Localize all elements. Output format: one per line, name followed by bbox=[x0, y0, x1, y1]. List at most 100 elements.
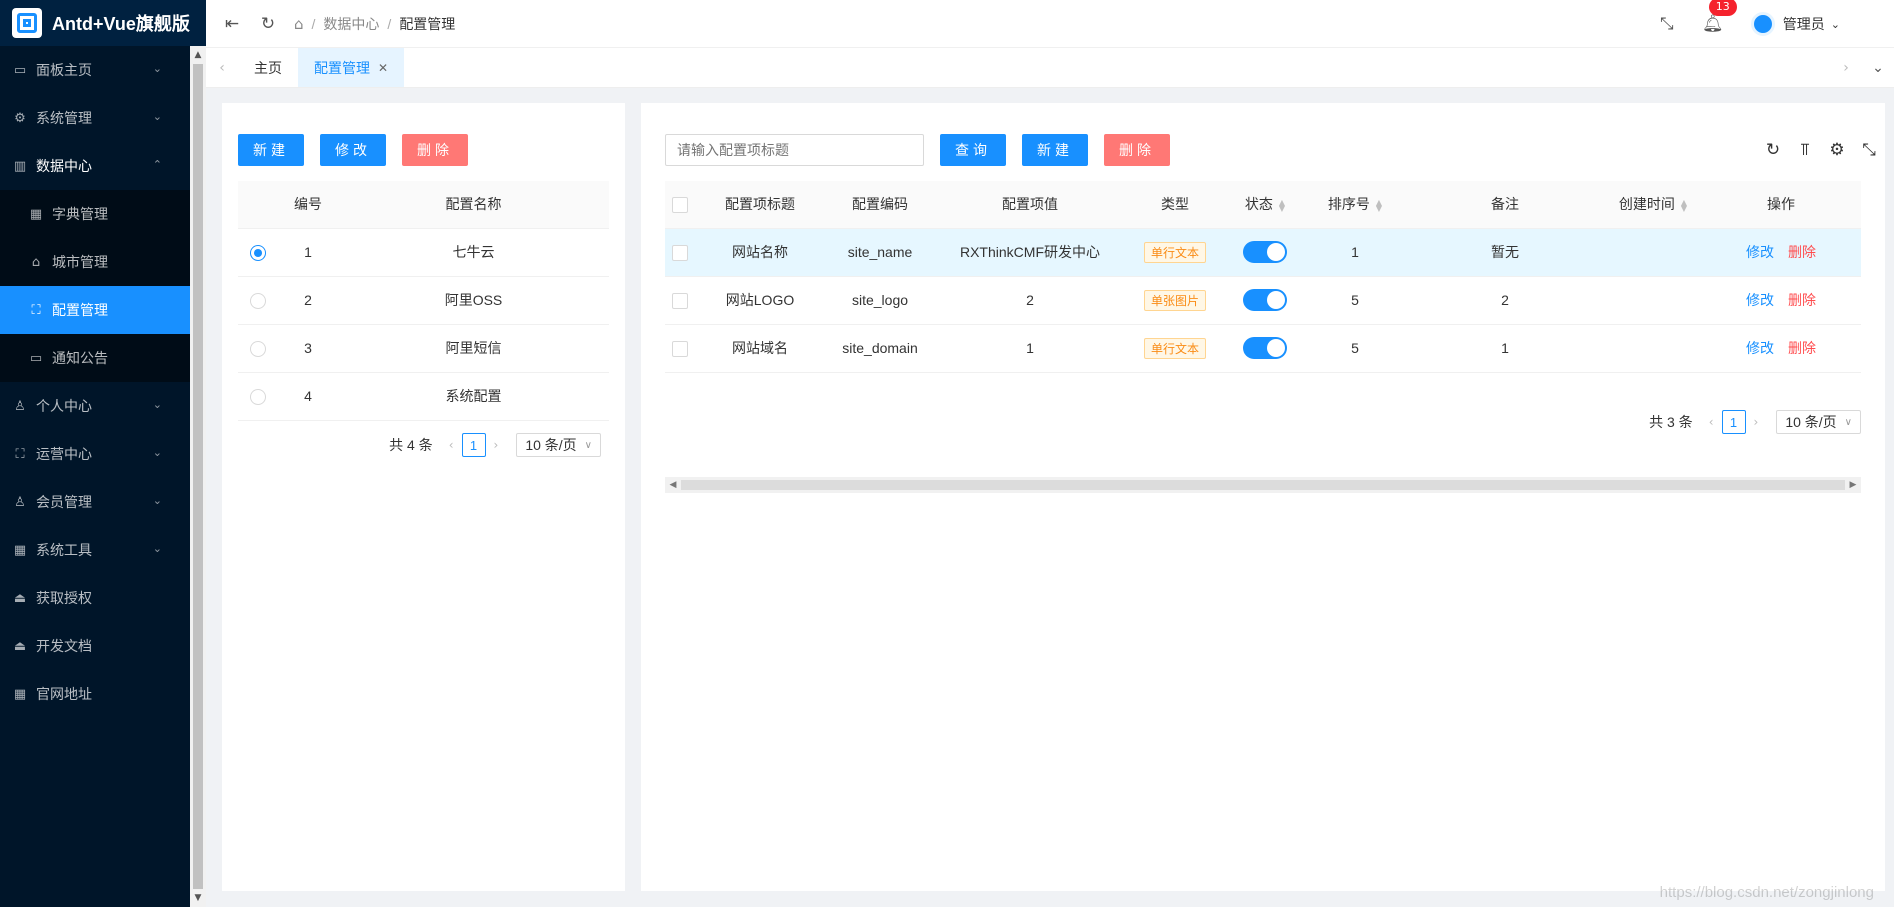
sort-icon[interactable]: ▲ ▼ bbox=[1681, 198, 1687, 212]
row-checkbox[interactable] bbox=[672, 292, 688, 309]
user-menu[interactable]: 管理员 ⌄ bbox=[1750, 12, 1840, 36]
edit-button[interactable]: 修改 bbox=[320, 134, 386, 166]
table-cell: site_domain bbox=[825, 324, 935, 373]
sidebar-item-config[interactable]: ⛶ 配置管理 bbox=[0, 286, 206, 334]
scrollbar-thumb[interactable] bbox=[681, 480, 1845, 490]
sidebar-item-member[interactable]: ♙ 会员管理 ⌄ bbox=[0, 478, 206, 526]
app-root: Antd+Vue旗舰版 ▭ 面板主页 ⌄ ⚙ 系统管理 ⌄ ▥ 数据中心 ⌃ ▦ bbox=[0, 0, 1894, 907]
status-toggle[interactable] bbox=[1243, 289, 1287, 311]
column-header: 配置项值 bbox=[935, 181, 1125, 229]
menu-fold-icon[interactable]: ⇤ bbox=[214, 14, 250, 34]
sortable-column-header[interactable]: 排序号 ▲ ▼ bbox=[1305, 181, 1405, 229]
delete-button[interactable]: 删除 bbox=[402, 134, 468, 166]
reload-icon[interactable]: ↻ bbox=[250, 14, 286, 34]
row-radio[interactable] bbox=[250, 292, 266, 309]
row-checkbox[interactable] bbox=[672, 340, 688, 357]
appstore-icon: ▦ bbox=[13, 542, 27, 558]
page-number[interactable]: 1 bbox=[461, 433, 486, 457]
tab-scroll-right-icon[interactable]: › bbox=[1830, 48, 1862, 88]
search-input[interactable] bbox=[665, 134, 924, 166]
status-toggle[interactable] bbox=[1243, 241, 1287, 263]
breadcrumb-item[interactable]: 数据中心 bbox=[323, 14, 379, 34]
table-row[interactable]: 2 阿里OSS bbox=[238, 276, 609, 325]
query-button[interactable]: 查询 bbox=[940, 134, 1006, 166]
sidebar-item-personal[interactable]: ♙ 个人中心 ⌄ bbox=[0, 382, 206, 430]
sidebar-item-data-center[interactable]: ▥ 数据中心 ⌃ bbox=[0, 142, 206, 190]
sidebar-item-tools[interactable]: ▦ 系统工具 ⌄ bbox=[0, 526, 206, 574]
fullscreen-icon[interactable]: ⤡ bbox=[1649, 14, 1685, 34]
row-radio-cell bbox=[238, 276, 278, 325]
page-number[interactable]: 1 bbox=[1721, 410, 1746, 434]
table-cell: 七牛云 bbox=[338, 228, 609, 277]
sidebar-item-dict[interactable]: ▦ 字典管理 bbox=[0, 190, 206, 238]
delete-button[interactable]: 删除 bbox=[1104, 134, 1170, 166]
next-page-icon[interactable]: › bbox=[494, 438, 499, 452]
tab-config[interactable]: 配置管理 ✕ bbox=[298, 48, 405, 87]
chevron-down-icon: ∨ bbox=[584, 439, 592, 451]
table-row[interactable]: 3 阿里短信 bbox=[238, 324, 609, 373]
delete-link[interactable]: 删除 bbox=[1788, 244, 1816, 260]
sortable-column-header[interactable]: 状态 ▲ ▼ bbox=[1225, 181, 1305, 229]
sort-icon[interactable]: ▲ ▼ bbox=[1279, 198, 1285, 212]
scroll-left-icon[interactable]: ◀ bbox=[665, 477, 681, 493]
row-radio[interactable] bbox=[250, 244, 266, 261]
edit-link[interactable]: 修改 bbox=[1746, 340, 1774, 356]
scroll-right-icon[interactable]: ▶ bbox=[1845, 477, 1861, 493]
sidebar-item-notice[interactable]: ▭ 通知公告 bbox=[0, 334, 206, 382]
reload-icon[interactable]: ↻ bbox=[1757, 140, 1789, 160]
page-size-select[interactable]: 10 条/页 ∨ bbox=[516, 433, 601, 457]
column-header: 备注 bbox=[1405, 181, 1605, 229]
page-size-select[interactable]: 10 条/页 ∨ bbox=[1776, 410, 1861, 434]
sidebar-item-system[interactable]: ⚙ 系统管理 ⌄ bbox=[0, 94, 206, 142]
sidebar-item-dashboard[interactable]: ▭ 面板主页 ⌄ bbox=[0, 46, 206, 94]
logo[interactable]: Antd+Vue旗舰版 bbox=[0, 0, 206, 46]
scroll-up-icon[interactable]: ▲ bbox=[190, 48, 206, 62]
table-row[interactable]: 网站名称 site_name RXThinkCMF研发中心 单行文本 1 暂无 … bbox=[665, 228, 1861, 277]
table-cell: site_logo bbox=[825, 276, 935, 325]
edit-link[interactable]: 修改 bbox=[1746, 292, 1774, 308]
sidebar-scrollbar[interactable]: ▲ ▼ bbox=[190, 46, 206, 907]
select-all-checkbox[interactable] bbox=[672, 196, 688, 213]
sidebar-item-operation[interactable]: ⛶ 运营中心 ⌄ bbox=[0, 430, 206, 478]
home-icon[interactable]: ⌂ bbox=[294, 15, 304, 33]
row-radio[interactable] bbox=[250, 388, 266, 405]
notification-badge: 13 bbox=[1708, 0, 1737, 16]
bell-icon[interactable]: 🔔︎ 13 bbox=[1695, 0, 1737, 34]
scroll-down-icon[interactable]: ▼ bbox=[190, 891, 206, 905]
delete-link[interactable]: 删除 bbox=[1788, 340, 1816, 356]
prev-page-icon[interactable]: ‹ bbox=[1709, 415, 1714, 429]
table-cell: 2 bbox=[1405, 276, 1605, 325]
status-toggle[interactable] bbox=[1243, 337, 1287, 359]
table-row[interactable]: 网站域名 site_domain 1 单行文本 5 1 修改 删除 bbox=[665, 324, 1861, 373]
new-button[interactable]: 新建 bbox=[238, 134, 304, 166]
scan-icon: ⛶ bbox=[15, 446, 25, 462]
sidebar-item-docs[interactable]: ⏏ 开发文档 bbox=[0, 622, 206, 670]
fullscreen-icon[interactable]: ⤡ bbox=[1853, 140, 1885, 160]
sidebar-item-license[interactable]: ⏏ 获取授权 bbox=[0, 574, 206, 622]
prev-page-icon[interactable]: ‹ bbox=[449, 438, 454, 452]
edit-link[interactable]: 修改 bbox=[1746, 244, 1774, 260]
chevron-down-icon[interactable]: ⌄ bbox=[1862, 48, 1894, 88]
tab-scroll-left-icon[interactable]: ‹ bbox=[206, 48, 238, 87]
sidebar-item-label: 字典管理 bbox=[52, 206, 108, 222]
gear-icon[interactable]: ⚙ bbox=[1821, 140, 1853, 160]
table-row[interactable]: 4 系统配置 bbox=[238, 372, 609, 421]
left-pagination: 共 4 条 ‹ 1 › 10 条/页 ∨ bbox=[389, 433, 601, 457]
new-button[interactable]: 新建 bbox=[1022, 134, 1088, 166]
sortable-column-header[interactable]: 创建时间 ▲ ▼ bbox=[1605, 181, 1701, 229]
table-horizontal-scrollbar[interactable]: ◀ ▶ bbox=[665, 477, 1861, 493]
row-checkbox[interactable] bbox=[672, 244, 688, 261]
breadcrumb: ⌂ / 数据中心 / 配置管理 bbox=[294, 14, 455, 34]
sort-icon[interactable]: ▲ ▼ bbox=[1376, 198, 1382, 212]
row-radio[interactable] bbox=[250, 340, 266, 357]
sidebar-item-city[interactable]: ⌂ 城市管理 bbox=[0, 238, 206, 286]
tab-home[interactable]: 主页 bbox=[238, 48, 298, 87]
table-row[interactable]: 网站LOGO site_logo 2 单张图片 5 2 修改 删除 bbox=[665, 276, 1861, 325]
column-height-icon[interactable]: ⫪ bbox=[1789, 140, 1821, 160]
delete-link[interactable]: 删除 bbox=[1788, 292, 1816, 308]
close-icon[interactable]: ✕ bbox=[378, 61, 388, 75]
next-page-icon[interactable]: › bbox=[1754, 415, 1759, 429]
scrollbar-thumb[interactable] bbox=[193, 64, 203, 889]
table-row[interactable]: 1 七牛云 bbox=[238, 228, 609, 277]
sidebar-item-website[interactable]: ▦ 官网地址 bbox=[0, 670, 206, 718]
